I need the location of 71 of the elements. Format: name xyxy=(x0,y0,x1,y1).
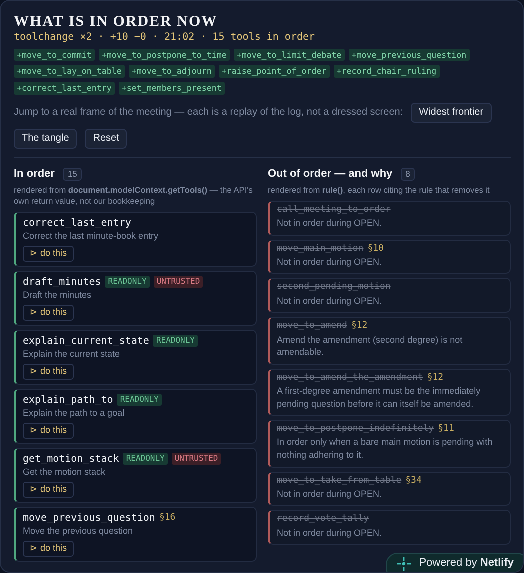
rule-reference: §11 xyxy=(438,424,454,436)
count-badge: 15 xyxy=(62,168,82,182)
tool-name: draft_minutes xyxy=(23,276,102,289)
tool-name: move_to_amend xyxy=(277,321,348,333)
reason-text: Not in order during OPEN. xyxy=(277,526,384,540)
section-note: rendered from rule(), each row citing the rule that removes it xyxy=(268,184,491,196)
tool-name: move_to_postpone_indefinitely xyxy=(277,424,434,436)
rule-reference: §10 xyxy=(368,244,384,255)
page-title: WHAT IS IN ORDER NOW xyxy=(14,13,219,31)
added-tool-tag: +move_to_lay_on_table xyxy=(14,65,125,78)
rule-reference: §16 xyxy=(159,512,176,524)
do-this-button[interactable]: ⊳ do this xyxy=(23,540,74,557)
rule-reference: §34 xyxy=(406,476,422,487)
readonly-tag: READONLY xyxy=(117,394,162,406)
do-this-button[interactable]: ⊳ do this xyxy=(23,305,74,321)
reason-text: In order only when a bare main motion is pending with nothing adhering to it. xyxy=(277,436,494,462)
untrusted-tag: UNTRUSTED xyxy=(172,453,222,466)
added-tool-tag: +move_previous_question xyxy=(348,48,470,62)
section-heading: Out of order — and why xyxy=(268,168,393,182)
tool-name: move_main_motion xyxy=(277,244,364,255)
added-tool-tag: +move_to_postpone_to_time xyxy=(98,48,230,62)
frame-button[interactable]: The tangle xyxy=(14,128,78,149)
tool-name: explain_current_state xyxy=(23,334,150,348)
reason-text: Amend the amendment (second degree) is not amendable. xyxy=(277,334,464,359)
added-tool-tag: +move_to_adjourn xyxy=(128,65,215,78)
added-tool-tag: +record_chair_ruling xyxy=(334,65,440,78)
tool-name: get_motion_stack xyxy=(23,452,120,466)
reason-text: A first-degree amendment must be the immediately pending question before it can itself be amended. xyxy=(277,385,482,410)
reason-text: Not in order during OPEN. xyxy=(277,217,384,230)
tool-name: record_vote_tally xyxy=(277,514,370,526)
frame-button[interactable]: Reset xyxy=(85,128,128,149)
jump-instructions: Jump to a real frame of the meeting — each is a replay of the log, not a dressed screen: xyxy=(14,106,404,120)
readonly-tag: READONLY xyxy=(123,453,168,466)
added-tool-tag: +move_to_limit_debate xyxy=(234,48,345,62)
section-note: rendered from document.modelContext.getTools() — the API's own return value, not our bookkeeping xyxy=(14,184,254,207)
frame-button[interactable]: Widest frontier xyxy=(411,102,492,123)
added-tool-tag: +move_to_commit xyxy=(14,48,95,62)
badge-text: Powered by Netlify xyxy=(419,557,514,571)
tool-name: second_pending_motion xyxy=(277,282,391,294)
tool-description: Explain the path to a goal xyxy=(23,408,126,420)
count-badge: 8 xyxy=(400,168,416,182)
tool-description: Get the motion stack xyxy=(23,466,107,478)
netlify-badge[interactable]: Powered by Netlify xyxy=(386,553,523,572)
section-heading: In order xyxy=(14,168,55,182)
rule-reference: §12 xyxy=(351,321,368,333)
rule-reference: §12 xyxy=(427,372,444,384)
tool-name: move_previous_question xyxy=(23,512,156,525)
do-this-button[interactable]: ⊳ do this xyxy=(23,482,74,498)
tool-name: correct_last_entry xyxy=(23,216,132,230)
tool-name: move_to_amend_the_amendment xyxy=(277,372,424,384)
do-this-button[interactable]: ⊳ do this xyxy=(23,423,74,439)
status-line: toolchange ×2 · +10 −0 · 21:02 · 15 tools in order xyxy=(14,32,316,44)
tool-description: Move the previous question xyxy=(23,526,134,537)
readonly-tag: READONLY xyxy=(105,276,150,288)
tool-name: call_meeting_to_order xyxy=(277,204,391,216)
tool-name: move_to_take_from_table xyxy=(277,476,402,487)
tool-description: Correct the last minute-book entry xyxy=(23,230,160,242)
readonly-tag: READONLY xyxy=(153,335,198,348)
reason-text: Not in order during OPEN. xyxy=(277,488,384,500)
reason-text: Not in order during OPEN. xyxy=(277,294,384,308)
reason-text: Not in order during OPEN. xyxy=(277,256,384,268)
untrusted-tag: UNTRUSTED xyxy=(154,276,204,288)
added-tool-tag: +raise_point_of_order xyxy=(218,65,330,78)
tool-name: explain_path_to xyxy=(23,394,114,407)
do-this-button[interactable]: ⊳ do this xyxy=(23,364,74,380)
tool-description: Draft the minutes xyxy=(23,290,93,302)
added-tool-tag: +correct_last_entry xyxy=(14,82,115,95)
tool-description: Explain the current state xyxy=(23,348,122,360)
do-this-button[interactable]: ⊳ do this xyxy=(23,246,74,262)
netlify-logo-icon xyxy=(397,557,412,571)
added-tool-tag: +set_members_present xyxy=(118,82,225,95)
